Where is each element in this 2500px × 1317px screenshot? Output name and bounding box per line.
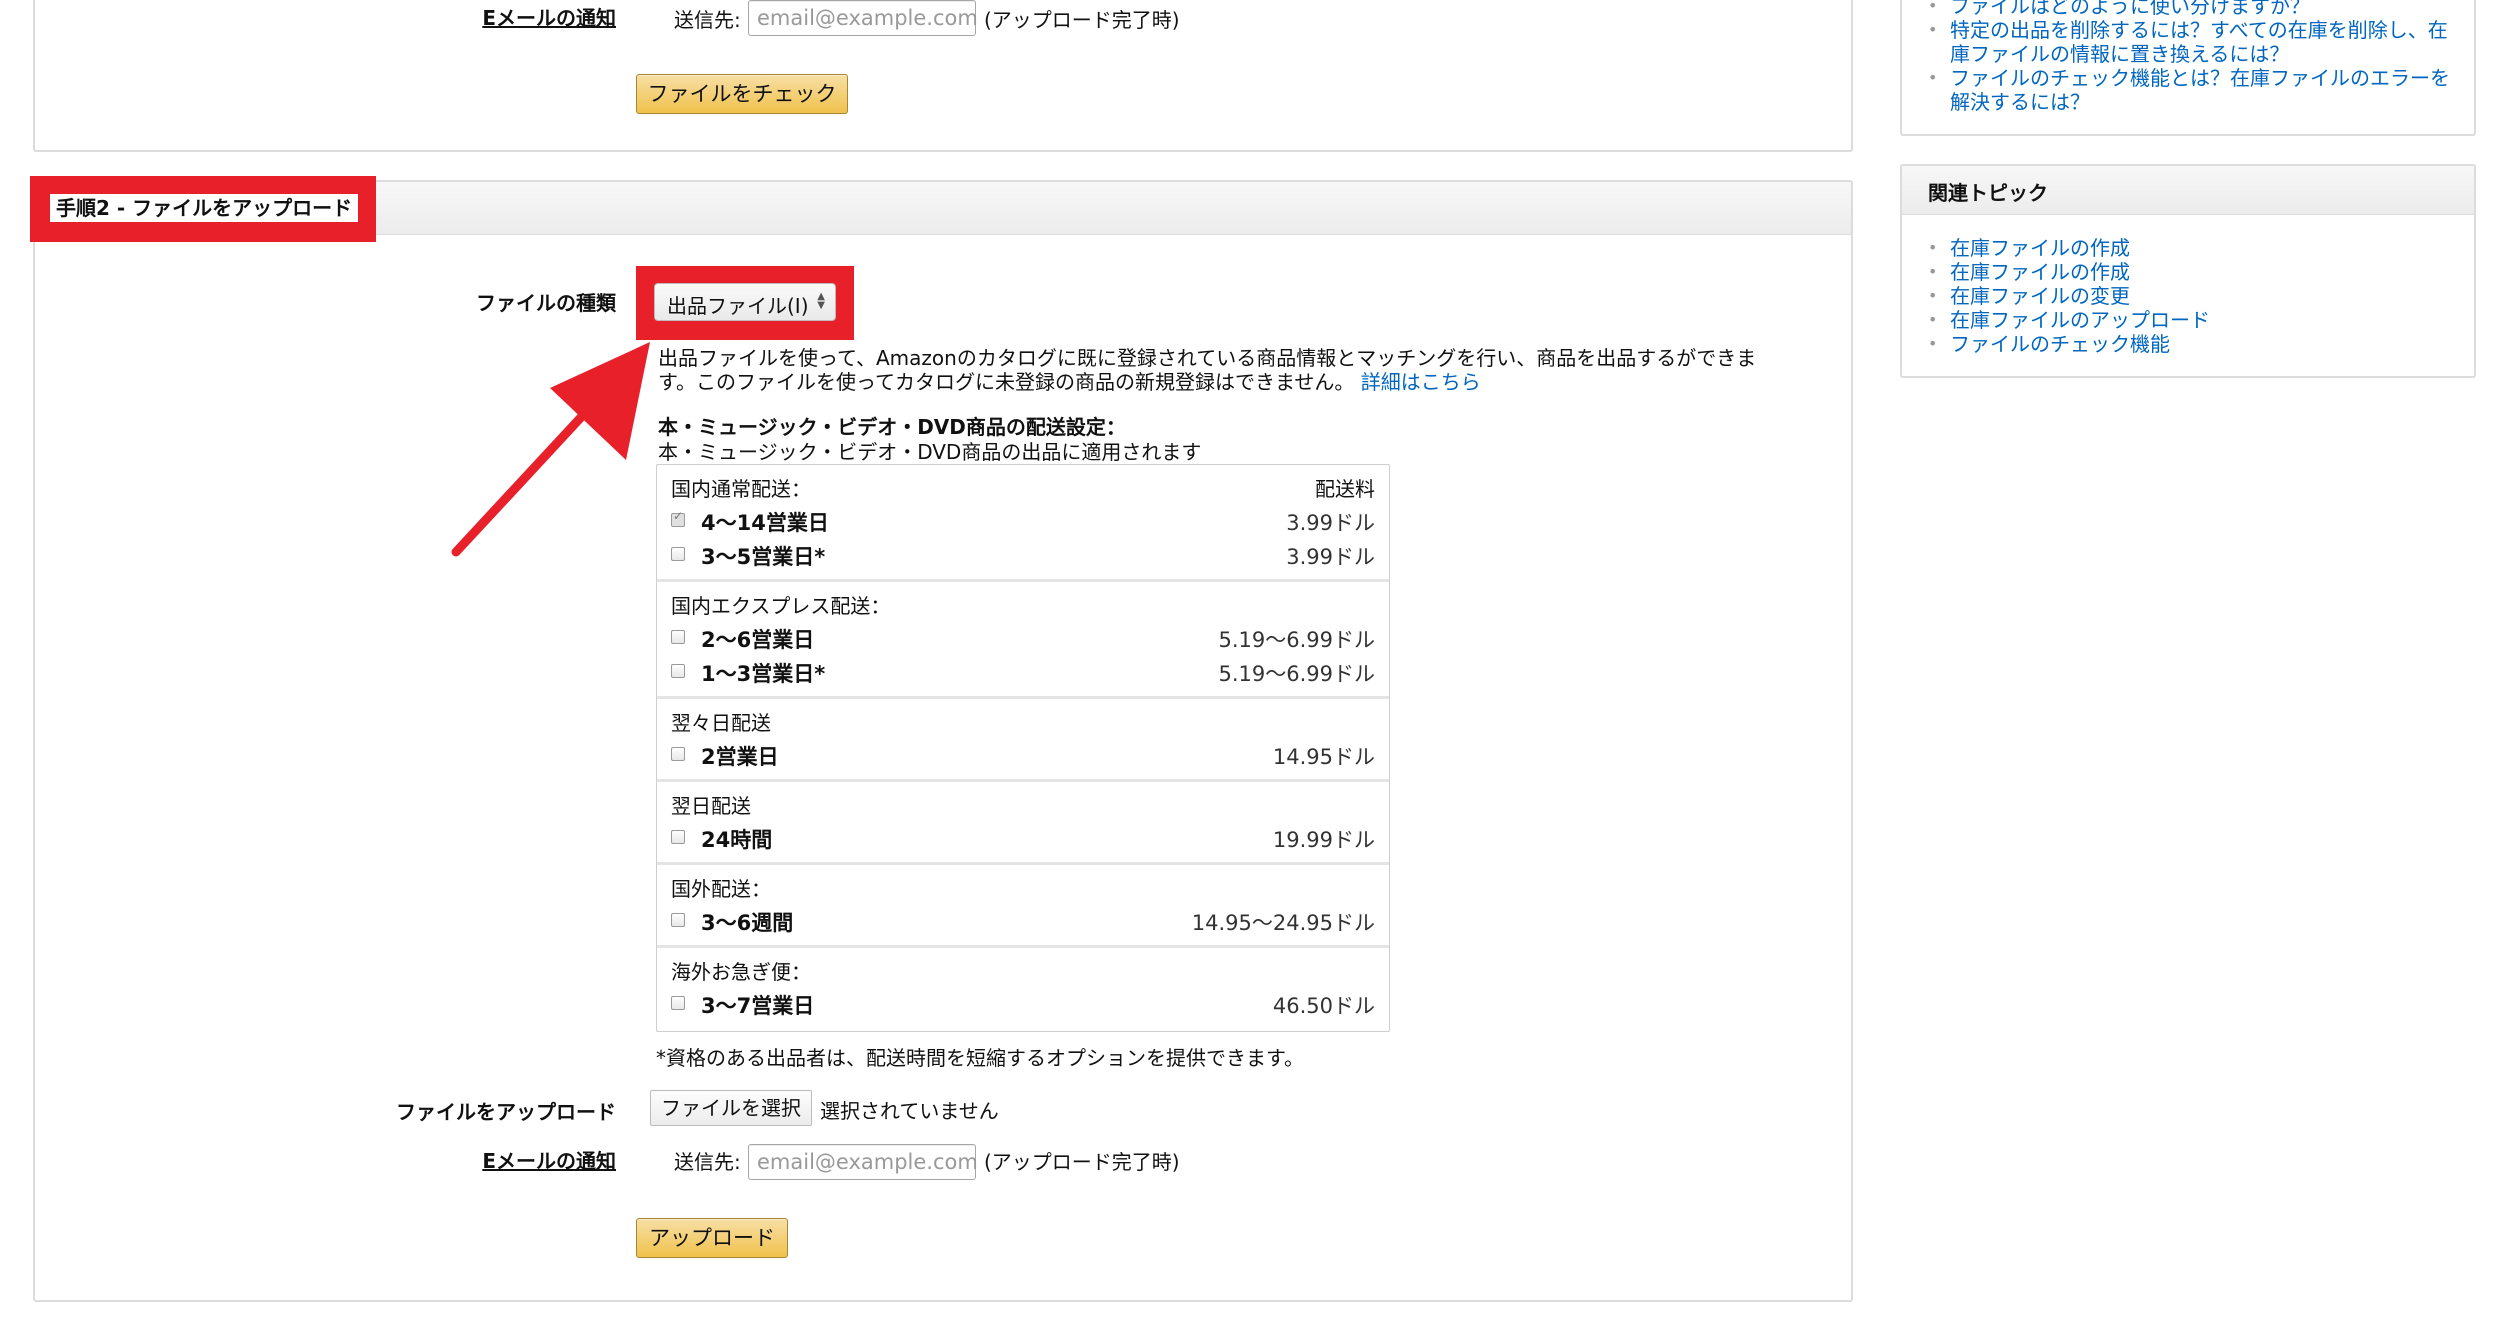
choose-file-button[interactable]: ファイルを選択	[650, 1090, 812, 1126]
shipping-row: 2〜6営業日 5.19〜6.99ドル	[671, 624, 1375, 654]
check-file-button[interactable]: ファイルをチェック	[636, 74, 848, 114]
shipping-row-price: 14.95〜24.95ドル	[1191, 911, 1375, 935]
step2-email-label: Eメールの通知	[482, 1149, 616, 1173]
select-arrows-icon: ▲ ▼	[817, 291, 825, 311]
description-text: 出品ファイルを使って、Amazonのカタログに既に登録されている商品情報とマッチ…	[658, 346, 1757, 394]
shipping-section-domestic-express: 国内エクスプレス配送： 2〜6営業日 5.19〜6.99ドル 1〜3営業日* 5…	[657, 582, 1389, 699]
sidebar-faq-list: ファイルはどのように使い分けますか？ 特定の出品を削除するには？すべての在庫を削…	[1902, 0, 2462, 114]
related-link[interactable]: 在庫ファイルの作成	[1902, 260, 2462, 284]
shipping-section-title: 翌々日配送	[671, 711, 771, 735]
no-file-selected-text: 選択されていません	[820, 1099, 999, 1123]
file-type-description: 出品ファイルを使って、Amazonのカタログに既に登録されている商品情報とマッチ…	[658, 346, 1778, 394]
shipping-row-name: 4〜14営業日	[701, 511, 829, 535]
details-link[interactable]: 詳細はこちら	[1361, 370, 1481, 394]
upload-file-label: ファイルをアップロード	[396, 1100, 616, 1124]
related-link[interactable]: 在庫ファイルの作成	[1902, 236, 2462, 260]
shipping-footnote: *資格のある出品者は、配送時間を短縮するオプションを提供できます。	[656, 1046, 1304, 1070]
faq-link[interactable]: 特定の出品を削除するには？すべての在庫を削除し、在庫ファイルの情報に置き換えるに…	[1902, 18, 2462, 66]
shipping-row: 3〜7営業日 46.50ドル	[671, 990, 1375, 1020]
step1-email-label: Eメールの通知	[482, 6, 616, 30]
shipping-row-name: 3〜5営業日*	[701, 545, 826, 569]
shipping-checkbox[interactable]	[671, 664, 685, 678]
shipping-checkbox[interactable]	[671, 509, 685, 527]
shipping-row-name: 1〜3営業日*	[701, 662, 826, 686]
shipping-row-price: 14.95ドル	[1272, 745, 1375, 769]
shipping-row-price: 19.99ドル	[1272, 828, 1375, 852]
shipping-section-international-expedited: 海外お急ぎ便： 3〜7営業日 46.50ドル	[657, 948, 1389, 1028]
related-topics-list: 在庫ファイルの作成 在庫ファイルの作成 在庫ファイルの変更 在庫ファイルのアップ…	[1902, 236, 2462, 356]
shipping-section-title: 国外配送：	[671, 877, 771, 901]
shipping-row-price: 46.50ドル	[1272, 994, 1375, 1018]
shipping-row: 4〜14営業日 3.99ドル	[671, 507, 1375, 537]
shipping-section-international: 国外配送： 3〜6週間 14.95〜24.95ドル	[657, 865, 1389, 948]
file-type-label: ファイルの種類	[476, 291, 616, 315]
shipping-section-title: 翌日配送	[671, 794, 751, 818]
step1-email-suffix: (アップロード完了時)	[984, 8, 1180, 32]
step1-email-input[interactable]: email@example.com	[748, 0, 978, 36]
shipping-row-name: 2〜6営業日	[701, 628, 815, 652]
shipping-checkbox[interactable]	[671, 630, 685, 644]
shipping-row: 24時間 19.99ドル	[671, 824, 1375, 854]
shipping-row-name: 3〜7営業日	[701, 994, 815, 1018]
shipping-row-name: 3〜6週間	[701, 911, 794, 935]
shipping-row-price: 3.99ドル	[1286, 511, 1375, 535]
shipping-section-second-day: 翌々日配送 2営業日 14.95ドル	[657, 699, 1389, 782]
fee-header: 配送料	[1315, 477, 1375, 501]
related-link[interactable]: ファイルのチェック機能	[1902, 332, 2462, 356]
step2-email-input[interactable]: email@example.com	[748, 1144, 978, 1180]
red-arrow-icon	[451, 342, 650, 557]
related-link[interactable]: 在庫ファイルのアップロード	[1902, 308, 2462, 332]
step1-send-to-label: 送信先:	[674, 8, 741, 32]
file-type-select[interactable]: 出品ファイル(I) ▲ ▼	[654, 283, 836, 321]
shipping-row-price: 5.19〜6.99ドル	[1218, 628, 1375, 652]
shipping-row-name: 2営業日	[701, 745, 779, 769]
upload-button[interactable]: アップロード	[636, 1218, 788, 1258]
step2-email-suffix: (アップロード完了時)	[984, 1150, 1180, 1174]
file-type-select-value: 出品ファイル(I)	[667, 294, 809, 318]
shipping-row-name: 24時間	[701, 828, 773, 852]
shipping-checkbox[interactable]	[671, 547, 685, 561]
shipping-section-title: 海外お急ぎ便：	[671, 960, 811, 984]
faq-link[interactable]: ファイルはどのように使い分けますか？	[1902, 0, 2462, 18]
shipping-settings-subtitle: 本・ミュージック・ビデオ・DVD商品の出品に適用されます	[658, 440, 1202, 464]
step2-send-to-label: 送信先:	[674, 1150, 741, 1174]
shipping-row: 2営業日 14.95ドル	[671, 741, 1375, 771]
shipping-row: 3〜6週間 14.95〜24.95ドル	[671, 907, 1375, 937]
step2-header-title: 手順2 - ファイルをアップロード	[50, 194, 359, 222]
shipping-row-price: 3.99ドル	[1286, 545, 1375, 569]
faq-link[interactable]: ファイルのチェック機能とは？在庫ファイルのエラーを解決するには？	[1902, 66, 2462, 114]
shipping-section-title: 国内通常配送：	[671, 477, 811, 501]
shipping-checkbox[interactable]	[671, 996, 685, 1010]
shipping-checkbox[interactable]	[671, 747, 685, 761]
shipping-section-title: 国内エクスプレス配送：	[671, 594, 891, 618]
shipping-options-box: 国内通常配送： 配送料 4〜14営業日 3.99ドル 3〜5営業日* 3.99ド…	[656, 464, 1390, 1032]
shipping-section-domestic-standard: 国内通常配送： 配送料 4〜14営業日 3.99ドル 3〜5営業日* 3.99ド…	[657, 465, 1389, 582]
related-topics-title: 関連トピック	[1928, 181, 2048, 205]
shipping-row: 1〜3営業日* 5.19〜6.99ドル	[671, 658, 1375, 688]
shipping-section-next-day: 翌日配送 24時間 19.99ドル	[657, 782, 1389, 865]
shipping-checkbox[interactable]	[671, 830, 685, 844]
shipping-row-price: 5.19〜6.99ドル	[1218, 662, 1375, 686]
related-link[interactable]: 在庫ファイルの変更	[1902, 284, 2462, 308]
shipping-checkbox[interactable]	[671, 913, 685, 927]
shipping-row: 3〜5営業日* 3.99ドル	[671, 541, 1375, 571]
